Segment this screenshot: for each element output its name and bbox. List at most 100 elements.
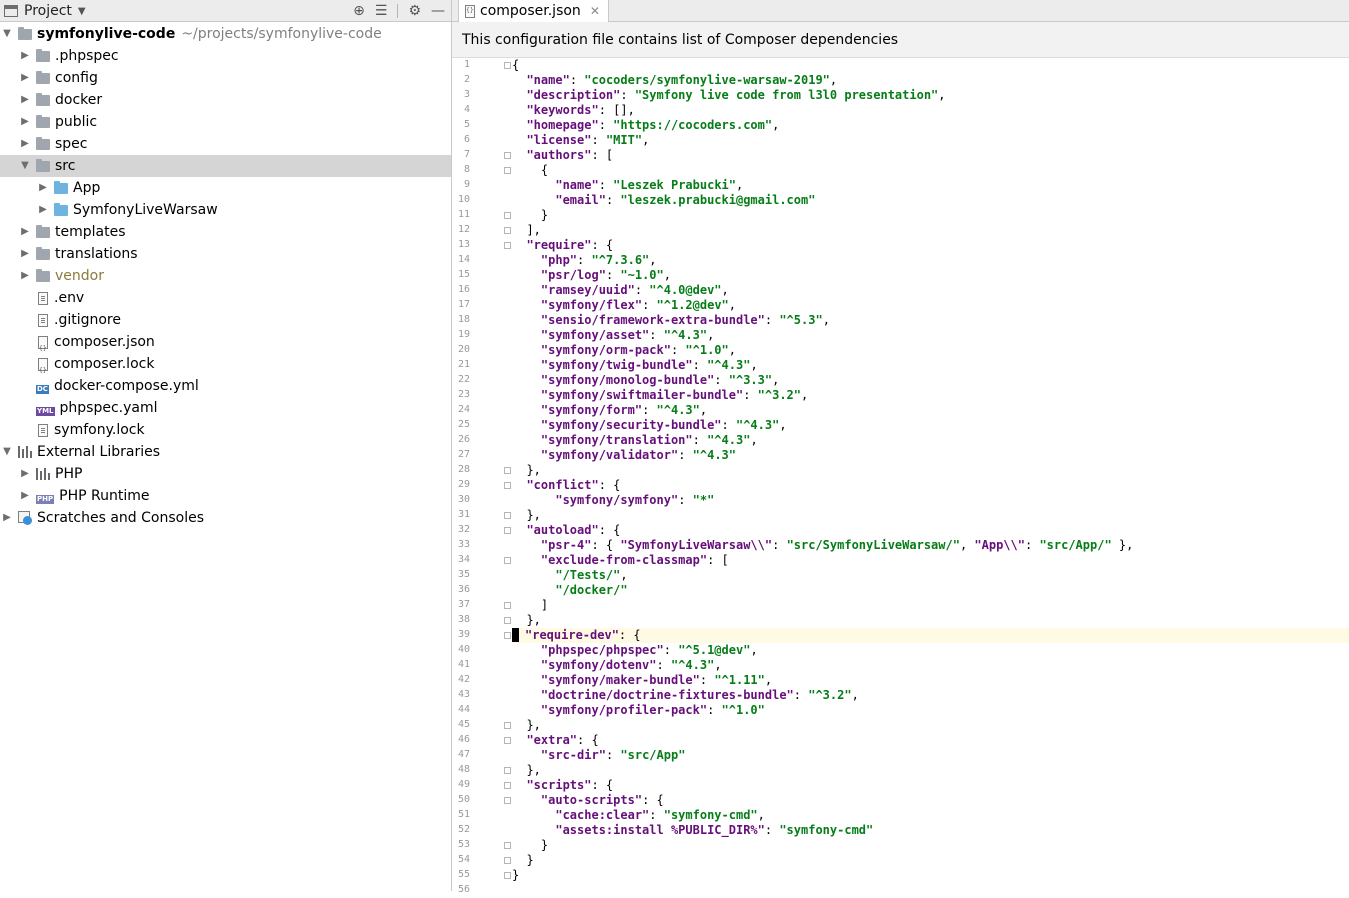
- gear-icon[interactable]: ⚙: [408, 3, 421, 19]
- collapse-all-icon[interactable]: ☰: [375, 3, 388, 19]
- tree-item-src[interactable]: ▼ src: [0, 155, 451, 177]
- chevron-right-icon[interactable]: ▶: [36, 177, 50, 199]
- code-line[interactable]: }: [512, 838, 1349, 853]
- code-line[interactable]: },: [512, 613, 1349, 628]
- hide-panel-icon[interactable]: —: [431, 3, 445, 19]
- code-line[interactable]: "doctrine/doctrine-fixtures-bundle": "^3…: [512, 688, 1349, 703]
- code-line[interactable]: "symfony/dotenv": "^4.3",: [512, 658, 1349, 673]
- code-line[interactable]: "name": "Leszek Prabucki",: [512, 178, 1349, 193]
- tree-item-gitignore[interactable]: ▶.gitignore: [0, 309, 451, 331]
- tree-root[interactable]: ▼ symfonylive-code ~/projects/symfonyliv…: [0, 23, 451, 45]
- code-line[interactable]: },: [512, 508, 1349, 523]
- code-line[interactable]: {: [512, 58, 1349, 73]
- code-line[interactable]: "assets:install %PUBLIC_DIR%": "symfony-…: [512, 823, 1349, 838]
- code-line[interactable]: "license": "MIT",: [512, 133, 1349, 148]
- chevron-right-icon[interactable]: ▶: [0, 507, 14, 529]
- code-line[interactable]: "symfony/translation": "^4.3",: [512, 433, 1349, 448]
- code-area[interactable]: 1 2 3 4 5 6 7 8 9 10 11 12 13 14 15 16 17 18 19 20 21 22 23 24 2…: [452, 58, 1349, 895]
- code-line[interactable]: "/Tests/",: [512, 568, 1349, 583]
- code-line[interactable]: "symfony/twig-bundle": "^4.3",: [512, 358, 1349, 373]
- tree-item-public[interactable]: ▶ public: [0, 111, 451, 133]
- code-line[interactable]: "php": "^7.3.6",: [512, 253, 1349, 268]
- fold-marker-icon[interactable]: [504, 857, 511, 864]
- chevron-down-icon[interactable]: ▼: [0, 441, 14, 463]
- code-line[interactable]: "symfony/swiftmailer-bundle": "^3.2",: [512, 388, 1349, 403]
- fold-marker-icon[interactable]: [504, 167, 511, 174]
- tree-item-php-runtime[interactable]: ▶ PHP PHP Runtime: [0, 485, 451, 507]
- tree-item-env[interactable]: ▶.env: [0, 287, 451, 309]
- locate-icon[interactable]: ⊕: [353, 3, 365, 19]
- chevron-right-icon[interactable]: ▶: [18, 485, 32, 507]
- code-line[interactable]: "/docker/": [512, 583, 1349, 598]
- fold-marker-icon[interactable]: [504, 782, 511, 789]
- fold-marker-icon[interactable]: [504, 227, 511, 234]
- chevron-right-icon[interactable]: ▶: [18, 265, 32, 287]
- fold-marker-icon[interactable]: [504, 767, 511, 774]
- code-line[interactable]: "symfony/security-bundle": "^4.3",: [512, 418, 1349, 433]
- code-line[interactable]: },: [512, 763, 1349, 778]
- tree-item-config[interactable]: ▶ config: [0, 67, 451, 89]
- code-line[interactable]: "homepage": "https://cocoders.com",: [512, 118, 1349, 133]
- chevron-right-icon[interactable]: ▶: [18, 221, 32, 243]
- tree-item-app[interactable]: ▶ App: [0, 177, 451, 199]
- tree-item-external-libraries[interactable]: ▼ External Libraries: [0, 441, 451, 463]
- tree-item-docker[interactable]: ▶ docker: [0, 89, 451, 111]
- chevron-right-icon[interactable]: ▶: [36, 199, 50, 221]
- code-line[interactable]: "require": {: [512, 238, 1349, 253]
- fold-marker-icon[interactable]: [504, 152, 511, 159]
- fold-marker-icon[interactable]: [504, 242, 511, 249]
- code-line[interactable]: }: [512, 868, 1349, 883]
- chevron-right-icon[interactable]: ▶: [18, 111, 32, 133]
- tree-item-phpspec-yaml[interactable]: ▶YMLphpspec.yaml: [0, 397, 451, 419]
- fold-marker-icon[interactable]: [504, 842, 511, 849]
- code-line[interactable]: "exclude-from-classmap": [: [512, 553, 1349, 568]
- code-line[interactable]: {: [512, 163, 1349, 178]
- code-content[interactable]: { "name": "cocoders/symfonylive-warsaw-2…: [512, 58, 1349, 891]
- code-line[interactable]: "keywords": [],: [512, 103, 1349, 118]
- chevron-down-icon[interactable]: ▼: [0, 23, 14, 45]
- code-line[interactable]: "symfony/validator": "^4.3": [512, 448, 1349, 463]
- code-line[interactable]: "conflict": {: [512, 478, 1349, 493]
- chevron-right-icon[interactable]: ▶: [18, 89, 32, 111]
- code-line[interactable]: }: [512, 208, 1349, 223]
- code-line[interactable]: "symfony/orm-pack": "^1.0",: [512, 343, 1349, 358]
- code-line[interactable]: "autoload": {: [512, 523, 1349, 538]
- chevron-right-icon[interactable]: ▶: [18, 243, 32, 265]
- tab-composer-json[interactable]: composer.json ✕: [458, 0, 609, 22]
- code-line[interactable]: "name": "cocoders/symfonylive-warsaw-201…: [512, 73, 1349, 88]
- code-line[interactable]: "require-dev": {: [512, 628, 1349, 643]
- tree-item-composer-lock[interactable]: ▶composer.lock: [0, 353, 451, 382]
- code-line[interactable]: "symfony/asset": "^4.3",: [512, 328, 1349, 343]
- fold-marker-icon[interactable]: [504, 797, 511, 804]
- code-line[interactable]: "email": "leszek.prabucki@gmail.com": [512, 193, 1349, 208]
- tree-item-composer-json[interactable]: ▶composer.json: [0, 331, 451, 360]
- chevron-right-icon[interactable]: ▶: [18, 463, 32, 485]
- fold-marker-icon[interactable]: [504, 632, 511, 639]
- fold-marker-icon[interactable]: [504, 467, 511, 474]
- fold-marker-icon[interactable]: [504, 512, 511, 519]
- fold-marker-icon[interactable]: [504, 722, 511, 729]
- fold-marker-icon[interactable]: [504, 212, 511, 219]
- chevron-right-icon[interactable]: ▶: [18, 133, 32, 155]
- code-line[interactable]: "authors": [: [512, 148, 1349, 163]
- tree-item-docker-compose-yml[interactable]: ▶DCdocker-compose.yml: [0, 375, 451, 397]
- fold-marker-icon[interactable]: [504, 617, 511, 624]
- fold-marker-icon[interactable]: [504, 62, 511, 69]
- tree-item-templates[interactable]: ▶ templates: [0, 221, 451, 243]
- project-view-selector[interactable]: Project ▼: [4, 1, 86, 21]
- code-line[interactable]: "ramsey/uuid": "^4.0@dev",: [512, 283, 1349, 298]
- code-line[interactable]: "symfony/maker-bundle": "^1.11",: [512, 673, 1349, 688]
- tree-item-spec[interactable]: ▶ spec: [0, 133, 451, 155]
- tree-item-symfony-lock[interactable]: ▶symfony.lock: [0, 419, 451, 441]
- fold-marker-icon[interactable]: [504, 482, 511, 489]
- tree-item-translations[interactable]: ▶ translations: [0, 243, 451, 265]
- code-line[interactable]: "symfony/symfony": "*": [512, 493, 1349, 508]
- code-line[interactable]: "phpspec/phpspec": "^5.1@dev",: [512, 643, 1349, 658]
- fold-marker-icon[interactable]: [504, 602, 511, 609]
- fold-marker-icon[interactable]: [504, 557, 511, 564]
- code-line[interactable]: }: [512, 853, 1349, 868]
- tree-item-vendor[interactable]: ▶ vendor: [0, 265, 451, 287]
- code-line[interactable]: },: [512, 463, 1349, 478]
- tree-item-phpspec[interactable]: ▶ .phpspec: [0, 45, 451, 67]
- code-line[interactable]: },: [512, 718, 1349, 733]
